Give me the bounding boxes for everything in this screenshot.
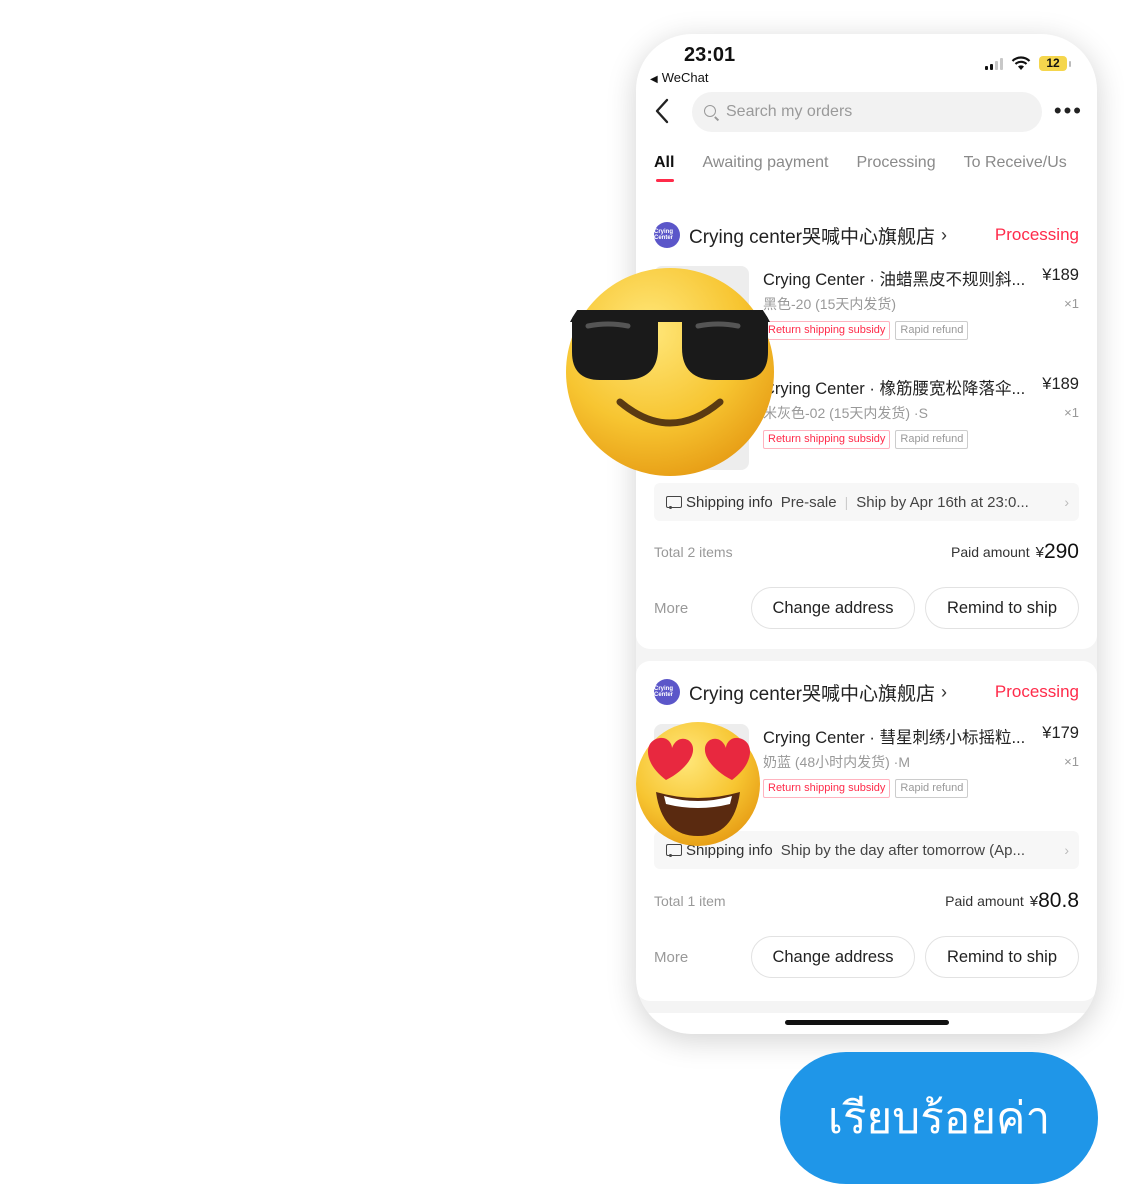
store-logo: Crying Center [654,679,680,705]
more-link[interactable]: More [654,600,688,617]
total-row: Total 2 items Paid amount ¥ 290 [654,538,1079,566]
divider: | [844,494,849,510]
item-quantity: ×1 [1064,296,1079,311]
item-title: Crying Center · 橡筋腰宽松降落伞... [763,380,1026,398]
item-variant: 米灰色-02 (15天内发货) ·S [763,405,928,421]
sunglasses-emoji-icon [560,268,780,476]
back-triangle-icon: ◀ [650,74,658,85]
shipping-info-bar[interactable]: Shipping info Pre-sale | Ship by Apr 16t… [654,483,1079,521]
tab-awaiting-payment[interactable]: Awaiting payment [702,154,828,172]
more-dots-icon[interactable]: ••• [1054,100,1083,122]
remind-to-ship-button[interactable]: Remind to ship [925,936,1079,978]
item-quantity: ×1 [1064,405,1079,420]
chevron-right-icon: › [1064,842,1069,858]
item-price: ¥179 [1042,724,1079,742]
item-quantity: ×1 [1064,754,1079,769]
wifi-icon [1011,56,1031,70]
tag-return-shipping: Return shipping subsidy [763,321,891,340]
tag-rapid-refund: Rapid refund [895,779,969,798]
tab-all[interactable]: All [654,154,675,182]
shipping-text: Ship by Apr 16th at 23:0... [856,493,1029,511]
chevron-right-icon: › [941,681,947,702]
phone-screen: 23:01 ◀ WeChat 12 Search my orders ••• Al… [636,34,1097,1034]
truck-icon [666,844,682,857]
presale-label: Pre-sale [780,493,837,511]
total-count: Total 2 items [654,544,733,560]
heart-eyes-emoji-icon [636,722,760,846]
shipping-text: Ship by the day after tomorrow (Ap... [780,841,1026,859]
item-price: ¥189 [1042,266,1079,284]
store-row[interactable]: Crying Center Crying center哭喊中心旗舰店 › Pro… [654,677,1079,707]
item-variant: 奶蓝 (48小时内发货) ·M [763,754,910,770]
paid-currency: ¥ [1035,543,1044,561]
order-tabs: All Awaiting payment Processing To Recei… [654,154,1095,182]
store-name: Crying center哭喊中心旗舰店 [689,226,935,248]
paid-amount-label: Paid amount [951,544,1030,560]
store-name: Crying center哭喊中心旗舰店 [689,683,935,705]
chevron-right-icon: › [941,224,947,245]
search-placeholder: Search my orders [726,103,853,120]
battery-icon: 12 [1039,56,1071,71]
tab-to-receive[interactable]: To Receive/Us [964,154,1067,172]
item-price: ¥189 [1042,375,1079,393]
shipping-label: Shipping info [686,493,773,511]
confirm-button[interactable]: เรียบร้อยค่า [780,1052,1098,1184]
remind-to-ship-button[interactable]: Remind to ship [925,587,1079,629]
paid-amount-value: 80.8 [1038,889,1079,912]
signal-icon [985,57,1003,70]
back-to-app-link[interactable]: ◀ WeChat [650,70,708,85]
tag-return-shipping: Return shipping subsidy [763,779,891,798]
chevron-right-icon: › [1064,494,1069,510]
actions-row: More Change address Remind to ship [654,935,1079,979]
search-icon [704,105,718,119]
store-logo: Crying Center [654,222,680,248]
order-status: Processing [994,225,1079,244]
home-indicator[interactable] [785,1020,949,1025]
item-variant: 黑色-20 (15天内发货) [763,296,897,312]
tag-rapid-refund: Rapid refund [895,430,969,449]
header-area: 23:01 ◀ WeChat 12 Search my orders ••• Al… [636,34,1097,224]
status-icons: 12 [985,56,1071,71]
change-address-button[interactable]: Change address [751,587,915,629]
back-chevron-icon[interactable] [654,98,678,126]
change-address-button[interactable]: Change address [751,936,915,978]
tag-rapid-refund: Rapid refund [895,321,969,340]
search-input[interactable]: Search my orders [692,92,1042,132]
order-status: Processing [994,682,1079,701]
store-row[interactable]: Crying Center Crying center哭喊中心旗舰店 › Pro… [654,220,1079,250]
item-title: Crying Center · 油蜡黑皮不规则斜... [763,271,1026,289]
more-link[interactable]: More [654,949,688,966]
tag-return-shipping: Return shipping subsidy [763,430,891,449]
back-app-label: WeChat [661,70,709,85]
paid-currency: ¥ [1029,892,1039,910]
actions-row: More Change address Remind to ship [654,586,1079,630]
total-count: Total 1 item [654,893,726,909]
status-time: 23:01 [684,44,736,66]
paid-amount-value: 290 [1043,540,1079,563]
paid-amount-label: Paid amount [945,893,1024,909]
total-row: Total 1 item Paid amount ¥ 80.8 [654,887,1079,915]
item-title: Crying Center · 彗星刺绣小标摇粒... [763,729,1026,747]
tab-processing[interactable]: Processing [856,154,935,172]
truck-icon [666,496,682,509]
